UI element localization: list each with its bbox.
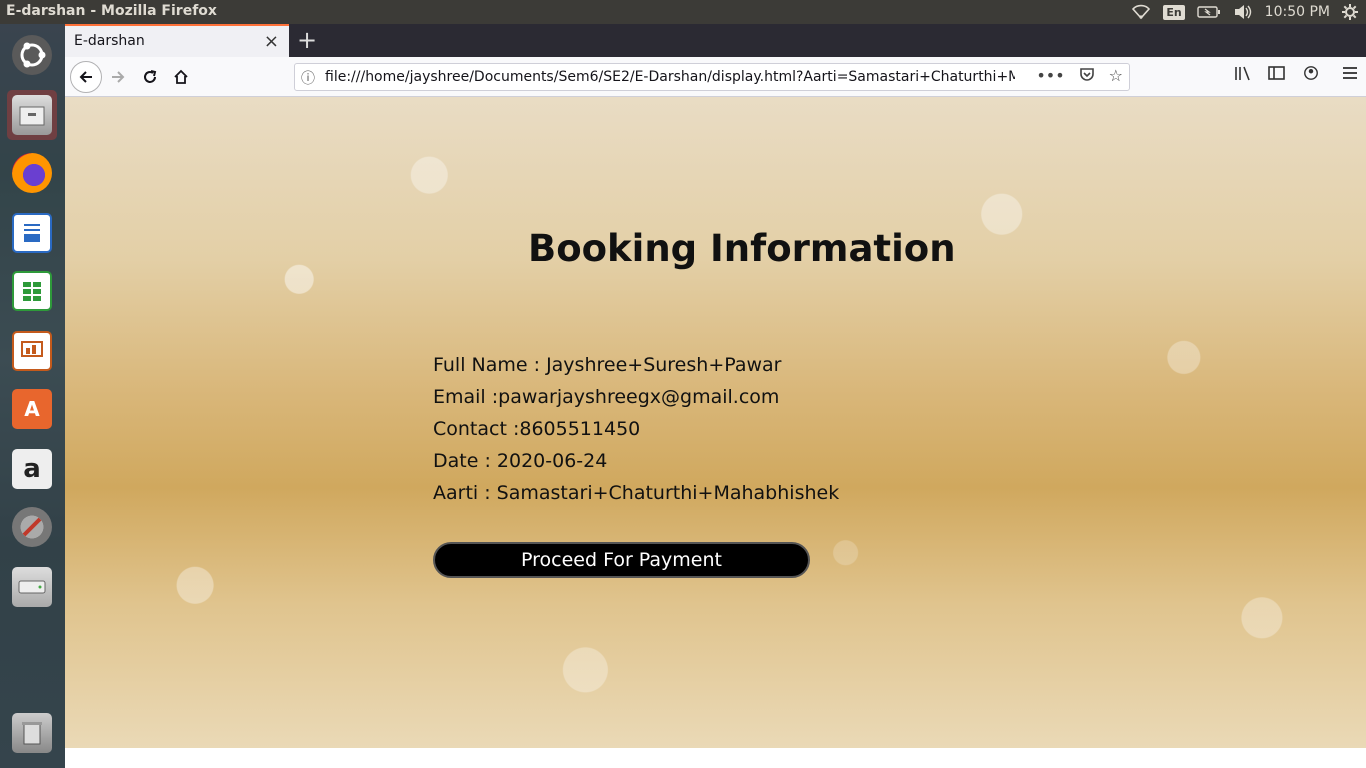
system-top-panel: E-darshan - Mozilla Firefox En 10:50 PM	[0, 0, 1366, 24]
home-button[interactable]	[166, 62, 196, 92]
date-text: Date : 2020-06-24	[433, 450, 608, 472]
tab-active[interactable]: E-darshan ×	[65, 24, 289, 57]
account-icon[interactable]	[1302, 65, 1320, 85]
libreoffice-impress-icon[interactable]	[7, 326, 57, 376]
software-center-icon[interactable]: A	[7, 384, 57, 434]
url-text[interactable]: file:///home/jayshree/Documents/Sem6/SE2…	[325, 69, 1015, 85]
site-info-icon[interactable]: ⓘ	[301, 68, 315, 88]
url-bar[interactable]: ⓘ file:///home/jayshree/Documents/Sem6/S…	[294, 63, 1130, 91]
system-tray: En 10:50 PM	[1131, 0, 1358, 24]
contact-text: Contact :8605511450	[433, 418, 641, 440]
tab-title: E-darshan	[74, 33, 145, 49]
page-title: Booking Information	[528, 227, 956, 270]
app-launcher: A a	[0, 24, 65, 768]
library-icon[interactable]	[1234, 65, 1252, 85]
page-content: Booking Information Full Name : Jayshree…	[65, 97, 1366, 748]
trash-icon[interactable]	[7, 708, 57, 758]
reload-button[interactable]	[135, 62, 165, 92]
disk-drive-icon[interactable]	[7, 562, 57, 612]
new-tab-button[interactable]: +	[297, 26, 317, 54]
proceed-for-payment-button[interactable]: Proceed For Payment	[433, 542, 810, 578]
tab-close-icon[interactable]: ×	[264, 31, 279, 52]
page-actions-icon[interactable]: •••	[1036, 66, 1064, 86]
bookmark-star-icon[interactable]: ☆	[1109, 66, 1123, 86]
back-button[interactable]	[70, 61, 102, 93]
page-bottom-blank	[65, 748, 1366, 768]
keyboard-layout-indicator[interactable]: En	[1163, 0, 1185, 24]
navigation-toolbar: ⓘ file:///home/jayshree/Documents/Sem6/S…	[65, 57, 1366, 97]
window-title: E-darshan - Mozilla Firefox	[6, 3, 217, 19]
settings-gear-icon[interactable]	[1342, 0, 1358, 24]
forward-button[interactable]	[103, 62, 133, 92]
ubuntu-dash-icon[interactable]	[7, 30, 57, 80]
menu-hamburger-icon[interactable]	[1342, 65, 1358, 85]
wifi-icon[interactable]	[1131, 0, 1151, 24]
firefox-icon[interactable]	[7, 148, 57, 198]
full-name-text: Full Name : Jayshree+Suresh+Pawar	[433, 354, 782, 376]
amazon-icon[interactable]: a	[7, 444, 57, 494]
files-icon[interactable]	[7, 90, 57, 140]
libreoffice-calc-icon[interactable]	[7, 266, 57, 316]
pocket-icon[interactable]	[1079, 66, 1095, 86]
system-settings-icon[interactable]	[7, 502, 57, 552]
libreoffice-writer-icon[interactable]	[7, 208, 57, 258]
email-text: Email :pawarjayshreegx@gmail.com	[433, 386, 780, 408]
volume-icon[interactable]	[1233, 0, 1253, 24]
clock[interactable]: 10:50 PM	[1265, 0, 1330, 24]
battery-icon[interactable]	[1196, 0, 1221, 24]
sidebar-icon[interactable]	[1268, 65, 1286, 85]
tab-bar: E-darshan × +	[65, 24, 1366, 57]
aarti-text: Aarti : Samastari+Chaturthi+Mahabhishek	[433, 482, 840, 504]
